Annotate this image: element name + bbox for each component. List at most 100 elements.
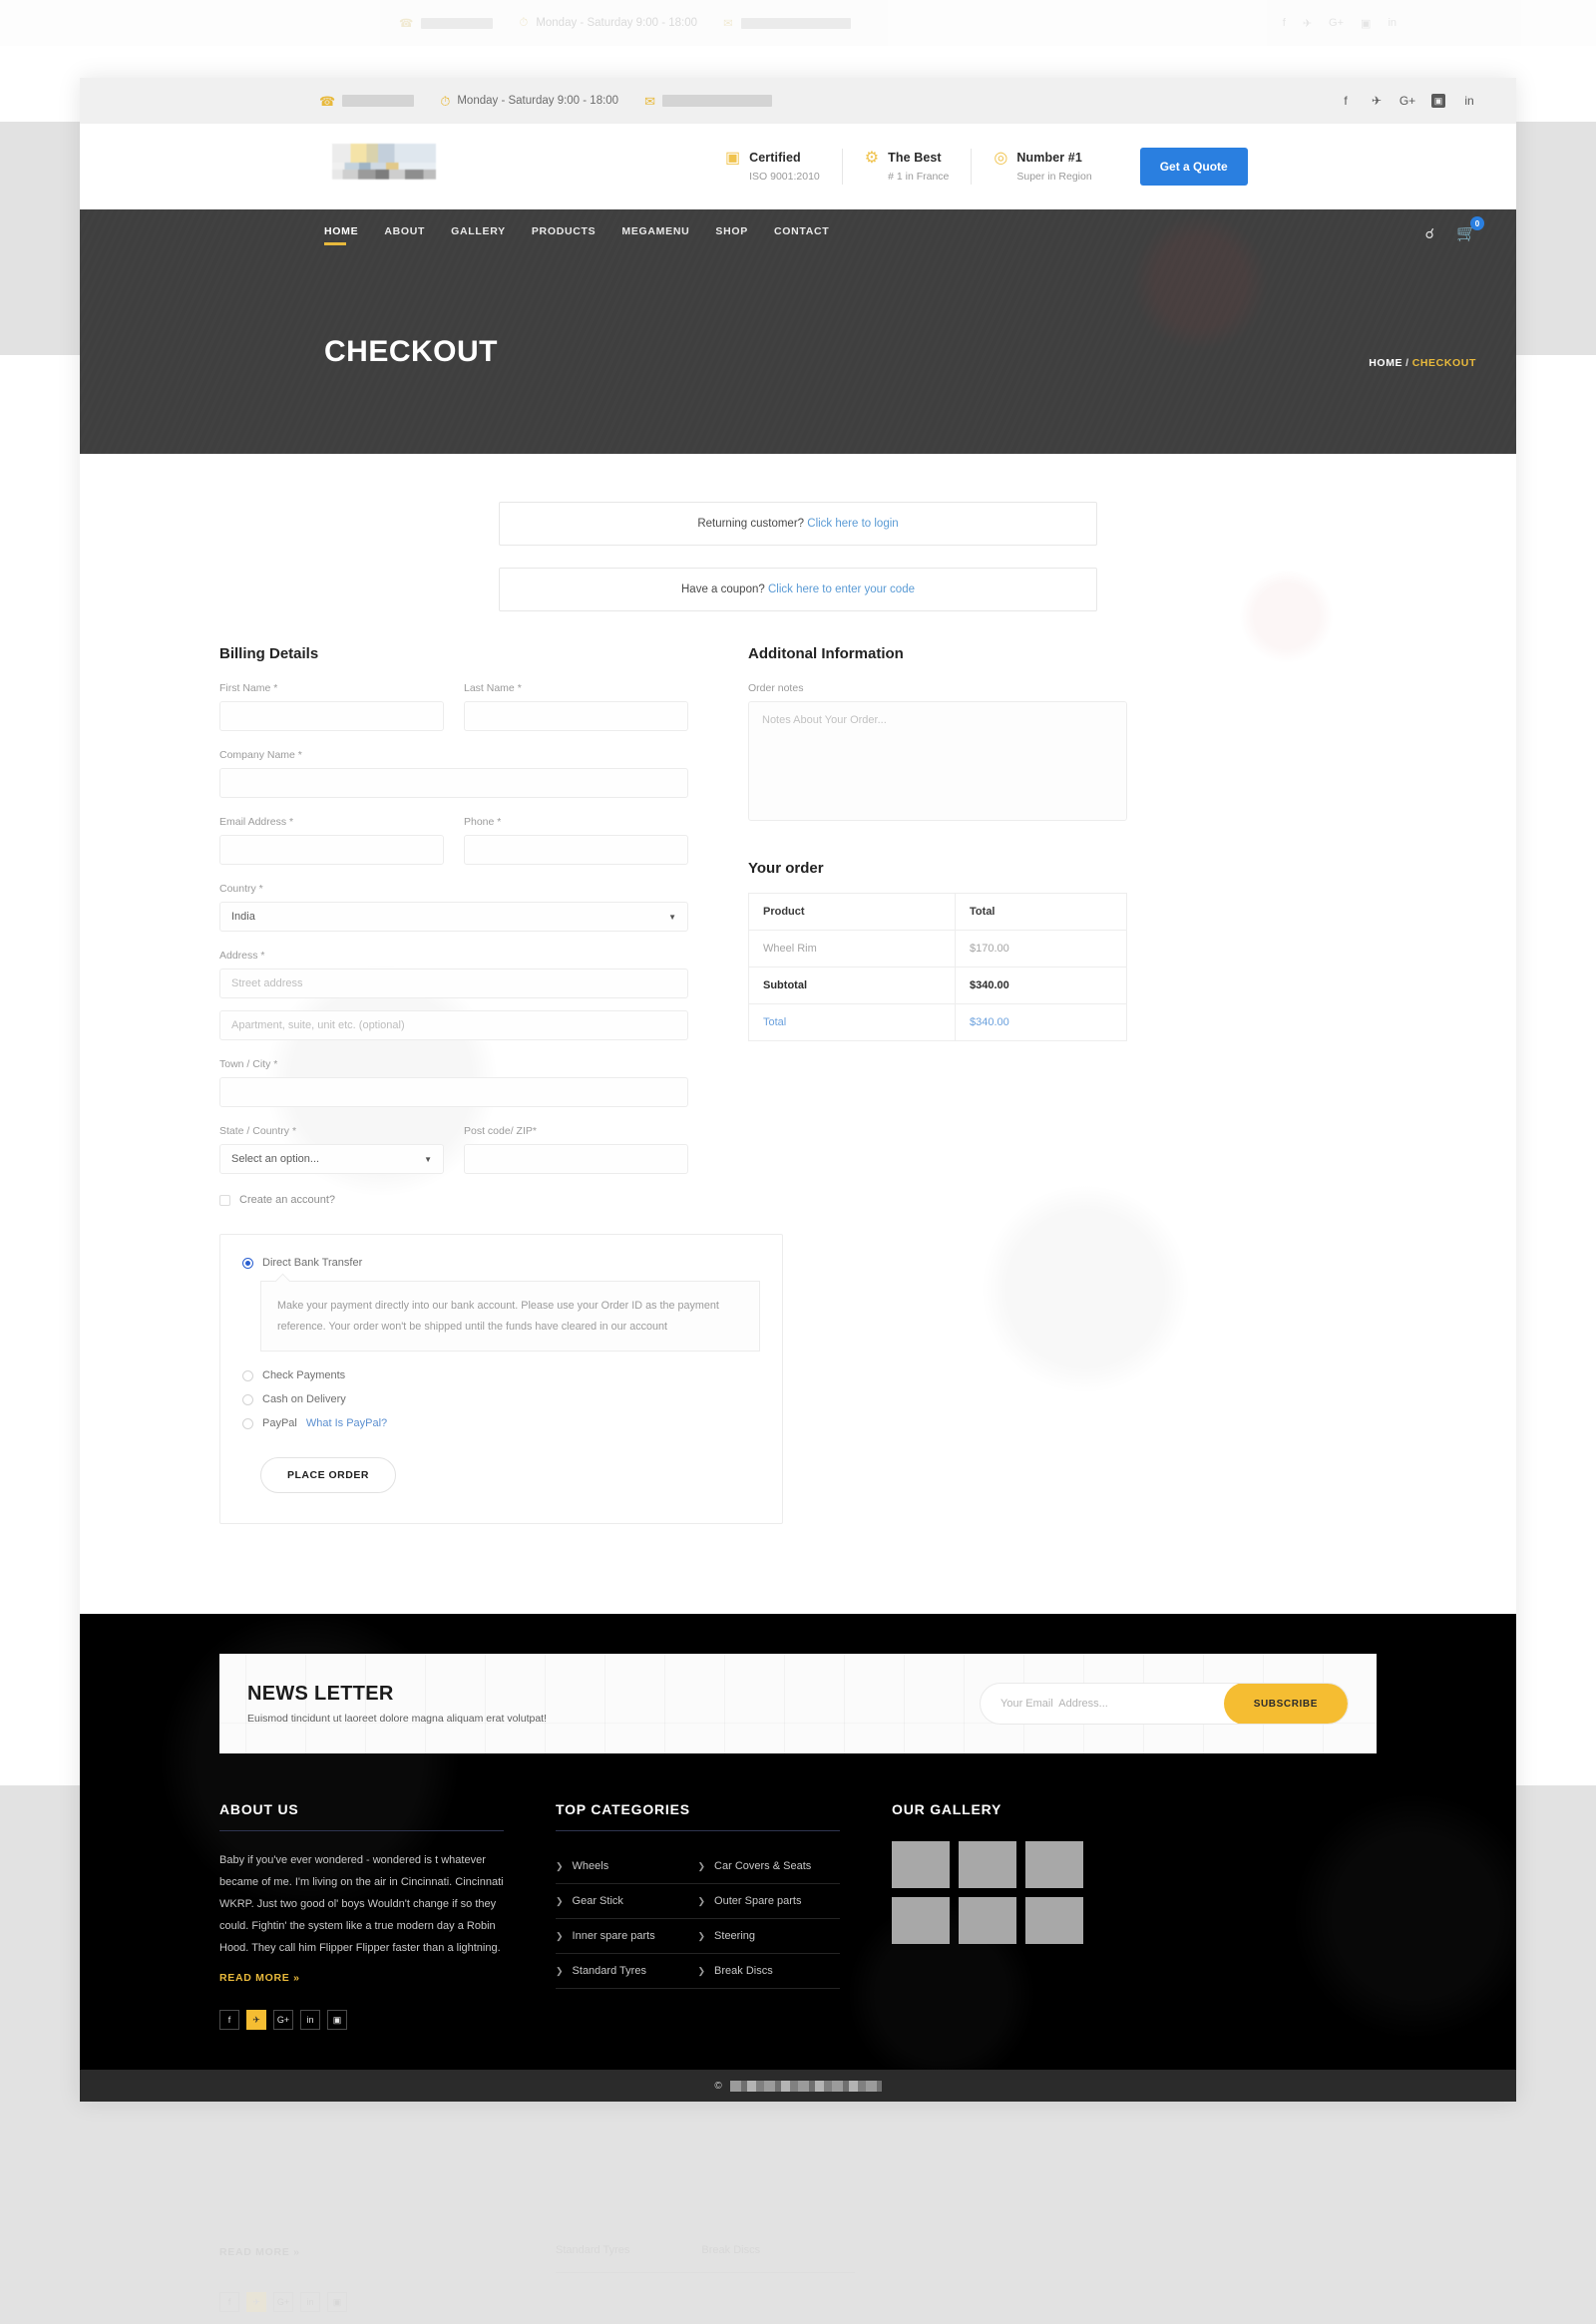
gallery-thumbnail[interactable]: [959, 1841, 1016, 1888]
radio-bank-transfer[interactable]: [242, 1257, 253, 1269]
search-icon[interactable]: ☌: [1425, 225, 1434, 242]
town-city-input[interactable]: [219, 1077, 688, 1107]
order-notes-textarea[interactable]: [748, 701, 1127, 821]
place-order-button[interactable]: PLACE ORDER: [260, 1457, 396, 1493]
chevron-right-icon: ❯: [556, 1895, 564, 1906]
gallery-thumbnail[interactable]: [892, 1841, 950, 1888]
linkedin-icon[interactable]: in: [300, 2010, 320, 2030]
instagram-icon[interactable]: ▣: [327, 2010, 347, 2030]
list-item[interactable]: ❯ Standard Tyres: [556, 1954, 698, 1989]
first-name-input[interactable]: [219, 701, 444, 731]
list-item[interactable]: ❯ Break Discs: [697, 1954, 840, 1989]
twitter-icon[interactable]: ✈: [246, 2010, 266, 2030]
ghost-mail-icon: ✉: [723, 18, 733, 30]
about-us-heading: ABOUT US: [219, 1801, 299, 1817]
radio-cash-on-delivery[interactable]: [242, 1393, 253, 1405]
get-a-quote-button[interactable]: Get a Quote: [1139, 148, 1248, 186]
table-row: Subtotal $340.00: [747, 967, 1127, 1004]
nav-item-megamenu[interactable]: MEGAMENU: [621, 225, 689, 242]
twitter-icon[interactable]: ✈: [1370, 94, 1384, 108]
footer-gallery-column: OUR GALLERY: [892, 1801, 1141, 2030]
nav-item-products[interactable]: PRODUCTS: [532, 225, 597, 242]
radio-paypal[interactable]: [242, 1417, 253, 1429]
company-name-input[interactable]: [219, 768, 688, 798]
nav-item-about[interactable]: ABOUT: [384, 225, 425, 242]
list-item[interactable]: ❯ Outer Spare parts: [697, 1884, 840, 1919]
google-plus-icon[interactable]: G+: [1399, 94, 1415, 108]
login-link[interactable]: Click here to login: [807, 518, 898, 530]
create-account-checkbox[interactable]: [219, 1194, 230, 1206]
nav-item-contact[interactable]: CONTACT: [774, 225, 829, 242]
subscribe-button[interactable]: SUBSCRIBE: [1223, 1684, 1348, 1724]
email-redacted: [662, 95, 772, 107]
your-order-heading: Your order: [748, 860, 824, 877]
list-item[interactable]: ❯ Car Covers & Seats: [697, 1849, 840, 1884]
topbar-hours-label: Monday - Saturday 9:00 - 18:00: [457, 95, 619, 107]
what-is-paypal-link[interactable]: What Is PayPal?: [306, 1417, 387, 1429]
ghost-divider: [556, 2272, 855, 2273]
ghost-footer: READ MORE » Standard Tyres Break Discs f…: [80, 2242, 1516, 2324]
payment-option-check[interactable]: Check Payments: [242, 1369, 760, 1381]
country-select[interactable]: India ▼: [219, 902, 688, 932]
list-item[interactable]: ❯ Gear Stick: [556, 1884, 698, 1919]
facebook-icon[interactable]: f: [219, 2010, 239, 2030]
coupon-link[interactable]: Click here to enter your code: [768, 583, 915, 595]
street-address-input[interactable]: [219, 968, 688, 998]
topbar-email[interactable]: ✉: [644, 95, 772, 108]
payment-option-cod[interactable]: Cash on Delivery: [242, 1393, 760, 1405]
newsletter-email-input[interactable]: [981, 1698, 1224, 1710]
site-logo[interactable]: [269, 144, 499, 190]
zip-input[interactable]: [464, 1144, 688, 1174]
ghost-phone-icon: ☎: [399, 18, 414, 30]
topbar-phone[interactable]: ☎: [319, 95, 415, 108]
email-address-input[interactable]: [219, 835, 444, 865]
cart-button[interactable]: 🛒 0: [1456, 216, 1484, 243]
payment-option-cod-label: Cash on Delivery: [262, 1393, 346, 1405]
radio-check-payments[interactable]: [242, 1369, 253, 1381]
read-more-link[interactable]: READ MORE »: [219, 1972, 300, 1984]
gallery-thumbnail[interactable]: [1025, 1841, 1083, 1888]
breadcrumb-home[interactable]: HOME: [1369, 357, 1402, 369]
last-name-input[interactable]: [464, 701, 688, 731]
list-item[interactable]: ❯ Wheels: [556, 1849, 698, 1884]
instagram-icon[interactable]: ▣: [1431, 94, 1445, 108]
nav-item-gallery[interactable]: GALLERY: [451, 225, 506, 242]
ghost-twitter-icon: ✈: [246, 2292, 266, 2312]
badge-certified-title: Certified: [749, 151, 801, 165]
payment-option-paypal[interactable]: PayPal What Is PayPal?: [242, 1417, 760, 1429]
footer-categories-column: TOP CATEGORIES ❯ Wheels ❯ Car Covers & Sea…: [556, 1801, 840, 2030]
facebook-icon[interactable]: f: [1339, 94, 1353, 108]
breadcrumb-current: CHECKOUT: [1411, 357, 1476, 369]
badge-number-one: ◎ Number #1 Super in Region: [972, 149, 1113, 185]
row-total-value: $340.00: [955, 1003, 1127, 1041]
gallery-thumbnail[interactable]: [892, 1897, 950, 1944]
apartment-input[interactable]: [219, 1010, 688, 1040]
logo-image-redacted: [332, 144, 436, 190]
create-account-row[interactable]: Create an account?: [219, 1194, 688, 1206]
list-item[interactable]: ❯ Steering: [697, 1919, 840, 1954]
nav-item-shop[interactable]: SHOP: [715, 225, 748, 242]
phone-input[interactable]: [464, 835, 688, 865]
list-item[interactable]: ❯ Inner spare parts: [556, 1919, 698, 1954]
top-categories-heading: TOP CATEGORIES: [556, 1801, 690, 1817]
google-plus-icon[interactable]: G+: [273, 2010, 293, 2030]
gear-icon: ⚙: [864, 150, 880, 167]
gallery-thumbnail[interactable]: [959, 1897, 1016, 1944]
category-label: Inner spare parts: [572, 1930, 655, 1942]
breadcrumb-separator: /: [1405, 357, 1409, 369]
badge-the-best-title: The Best: [888, 151, 942, 165]
linkedin-icon[interactable]: in: [1462, 94, 1476, 108]
ghost-email-redacted: [740, 17, 851, 29]
payment-option-bank-transfer[interactable]: Direct Bank Transfer: [242, 1257, 760, 1269]
nav-item-home[interactable]: HOME: [324, 225, 358, 245]
row-product-value: $170.00: [955, 930, 1127, 968]
chevron-right-icon: ❯: [697, 1895, 706, 1906]
payment-option-bank-transfer-label: Direct Bank Transfer: [262, 1257, 363, 1269]
category-label: Gear Stick: [572, 1895, 623, 1907]
country-label: Country *: [219, 883, 263, 895]
row-product-label: Wheel Rim: [747, 930, 957, 968]
state-country-select[interactable]: Select an option... ▼: [219, 1144, 444, 1174]
category-label: Steering: [714, 1930, 756, 1942]
gallery-thumbnail[interactable]: [1025, 1897, 1083, 1944]
table-header-row: Product Total: [747, 893, 1127, 931]
